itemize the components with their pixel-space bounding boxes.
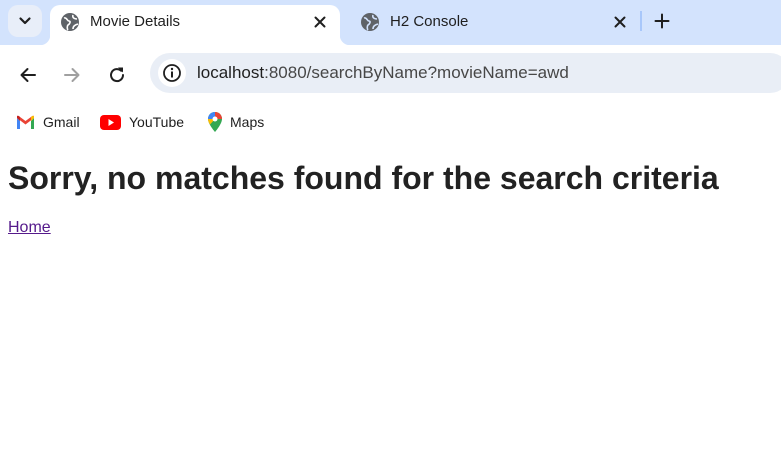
close-icon [614, 16, 626, 28]
url-host: localhost [197, 63, 265, 82]
info-icon [163, 64, 181, 82]
close-tab-button[interactable] [610, 12, 630, 32]
bookmark-label: YouTube [129, 114, 185, 130]
new-tab-button[interactable] [650, 9, 674, 33]
bookmark-gmail[interactable]: Gmail [16, 109, 80, 135]
tab-movie-details[interactable]: Movie Details [40, 5, 350, 45]
youtube-icon [100, 114, 121, 130]
bookmark-youtube[interactable]: YouTube [100, 109, 184, 135]
close-icon [314, 16, 326, 28]
back-button[interactable] [16, 63, 40, 87]
tab-title: H2 Console [390, 13, 469, 30]
chevron-down-icon [19, 17, 31, 25]
arrow-right-icon [64, 68, 80, 82]
bookmark-label: Gmail [43, 114, 80, 130]
gmail-icon [17, 115, 34, 129]
forward-button[interactable] [60, 63, 84, 87]
tab-divider [640, 11, 642, 31]
maps-icon [208, 112, 222, 132]
bookmark-maps[interactable]: Maps [208, 109, 264, 135]
address-bar[interactable]: localhost:8080/searchByName?movieName=aw… [150, 53, 781, 93]
url-path: :8080/searchByName?movieName=awd [264, 63, 569, 82]
plus-icon [654, 13, 670, 29]
tab-strip: Movie Details H2 Console [0, 0, 781, 45]
globe-icon [361, 13, 379, 31]
globe-icon [61, 13, 79, 31]
url-text[interactable]: localhost:8080/searchByName?movieName=aw… [197, 63, 569, 83]
home-link[interactable]: Home [8, 219, 51, 237]
navigation-toolbar: localhost:8080/searchByName?movieName=aw… [0, 45, 781, 105]
tab-title: Movie Details [90, 13, 181, 30]
bookmarks-bar: Gmail YouTube Maps [0, 105, 781, 137]
tab-search-button[interactable] [8, 5, 42, 37]
close-tab-button[interactable] [310, 12, 330, 32]
bookmark-label: Maps [230, 114, 265, 130]
arrow-left-icon [20, 68, 36, 82]
reload-button[interactable] [105, 63, 129, 87]
page-heading: Sorry, no matches found for the search c… [8, 160, 719, 196]
tab-h2-console[interactable]: H2 Console [350, 5, 640, 45]
reload-icon [110, 67, 125, 83]
site-info-button[interactable] [158, 59, 186, 87]
